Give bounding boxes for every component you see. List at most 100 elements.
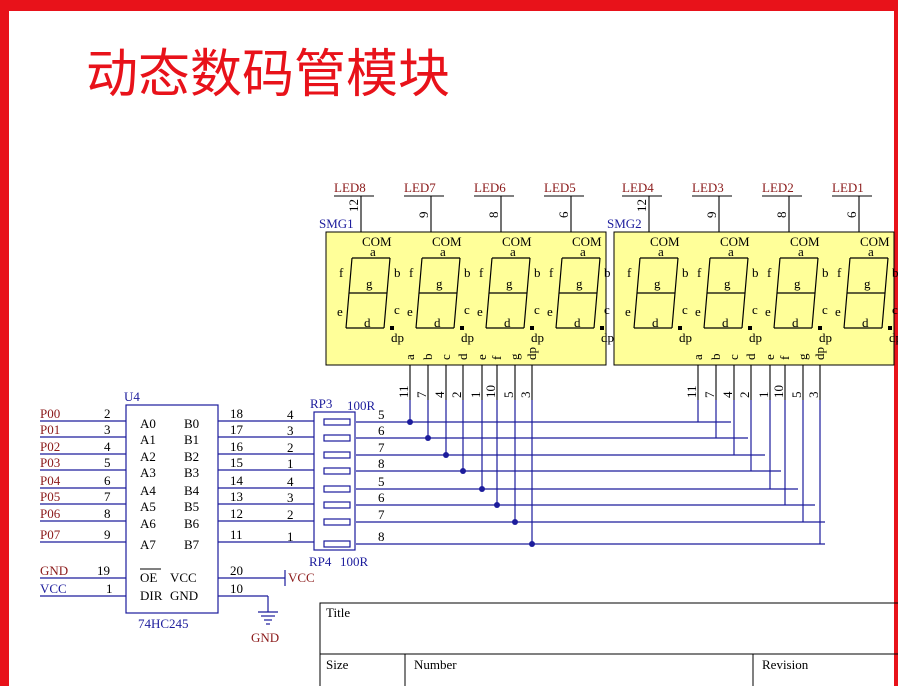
oe-pin-name: OE: [140, 570, 157, 585]
junction-dot: [494, 502, 500, 508]
seg-label-dp: dp: [749, 330, 762, 345]
junction-dot: [425, 435, 431, 441]
seg-label-e: e: [337, 304, 343, 319]
bus-wiring: [356, 400, 825, 547]
gnd-pin-number: 10: [230, 581, 243, 596]
segment-pin-name: a: [402, 354, 417, 360]
resistor-in-pin: 3: [287, 490, 294, 505]
chip-left-pin-name: A2: [140, 449, 156, 464]
resistor-element: [323, 501, 351, 509]
segment-pin-number: 4: [432, 391, 447, 398]
gnd-power-label: GND: [251, 630, 279, 645]
segment-pin-number: 7: [414, 391, 429, 398]
resistor-element: [323, 485, 351, 493]
chip-left-pin-name: A3: [140, 465, 156, 480]
seg-label-f: f: [479, 265, 484, 280]
digit-com-label: COM: [432, 234, 462, 249]
chip-left-pin-name: A6: [140, 516, 156, 531]
seg-label-c: c: [892, 302, 898, 317]
chip-net-label: P06: [40, 506, 61, 521]
led-net-label: LED1: [832, 180, 864, 195]
chip-right-pin-number: 13: [230, 489, 243, 504]
gnd-pin-name: GND: [170, 588, 198, 603]
junction-dot: [529, 541, 535, 547]
com-pin-number: 8: [486, 212, 501, 219]
chip-left-pin-number: 3: [104, 422, 111, 437]
segment-pin-number: 3: [806, 392, 821, 399]
seg-label-e: e: [407, 304, 413, 319]
seg-label-g: g: [436, 276, 443, 291]
led-net-label: LED5: [544, 180, 576, 195]
decimal-point: [888, 326, 892, 330]
resistor-out-pin: 6: [378, 490, 385, 505]
chip-net-label: P01: [40, 422, 60, 437]
seg-label-c: c: [682, 302, 688, 317]
seg-label-f: f: [409, 265, 414, 280]
vcc-pin-number: 20: [230, 563, 243, 578]
vcc-pin-name: VCC: [170, 570, 197, 585]
seg-label-g: g: [864, 276, 871, 291]
com-pin-number: 12: [346, 199, 361, 212]
frame-top-border: [0, 0, 898, 11]
digit-com-label: COM: [860, 234, 890, 249]
dir-pin-number: 1: [106, 581, 113, 596]
chip-left-pin-number: 9: [104, 527, 111, 542]
seg-label-e: e: [835, 304, 841, 319]
schematic-drawing: 动态数码管模块 SMG1LED812COMaf bge cddpLED79COMaf…: [0, 0, 898, 686]
dir-net-label: VCC: [40, 581, 67, 596]
seg-label-dp: dp: [391, 330, 404, 345]
segment-pin-number: 11: [684, 385, 699, 398]
com-pin-number: 8: [774, 212, 789, 219]
display-ref-smg1: SMG1: [319, 216, 354, 231]
resistor-in-pin: 3: [287, 423, 294, 438]
seg-label-c: c: [394, 302, 400, 317]
junction-dot: [512, 519, 518, 525]
chip-right-pin-name: B3: [184, 465, 199, 480]
segment-pin-number: 4: [720, 391, 735, 398]
chip-right-pin-name: B0: [184, 416, 199, 431]
resistor-ref-rp3: RP3: [310, 396, 332, 411]
resistor-out-pin: 7: [378, 507, 385, 522]
decimal-point: [460, 326, 464, 330]
led-net-label: LED7: [404, 180, 436, 195]
decimal-point: [390, 326, 394, 330]
seg-label-f: f: [549, 265, 554, 280]
resistor-out-pin: 8: [378, 529, 385, 544]
segment-pin-number: 11: [396, 385, 411, 398]
junction-dot: [460, 468, 466, 474]
chip-left-pin-number: 8: [104, 506, 111, 521]
segment-pin-name: f: [777, 355, 792, 360]
digit-com-label: COM: [650, 234, 680, 249]
decimal-point: [818, 326, 822, 330]
chip-left-pin-number: 4: [104, 439, 111, 454]
display-body-smg1: [325, 231, 607, 366]
segment-pin-name: dp: [812, 347, 827, 360]
seg-label-g: g: [506, 276, 513, 291]
number-label: Number: [414, 657, 457, 672]
chip-right-pin-number: 15: [230, 455, 243, 470]
chip-right-pin-number: 14: [230, 473, 244, 488]
resistor-ref-rp4: RP4: [309, 554, 332, 569]
chip-left-pin-number: 6: [104, 473, 111, 488]
seg-label-c: c: [464, 302, 470, 317]
oe-net-label: GND: [40, 563, 68, 578]
segment-pin-name: dp: [524, 347, 539, 360]
seg-label-dp: dp: [601, 330, 614, 345]
chip-left-pin-name: A4: [140, 483, 156, 498]
seg-label-a: a: [658, 244, 664, 259]
chip-part: 74HC245: [138, 616, 189, 631]
seg-label-f: f: [837, 265, 842, 280]
segment-pin-name: f: [489, 355, 504, 360]
resistor-out-pin: 7: [378, 440, 385, 455]
resistor-pack-outline: [313, 411, 356, 551]
led-net-label: LED6: [474, 180, 506, 195]
resistor-out-pin: 5: [378, 474, 385, 489]
seg-label-g: g: [366, 276, 373, 291]
seg-label-f: f: [767, 265, 772, 280]
seg-label-b: b: [822, 265, 829, 280]
segment-pin-number: 10: [771, 385, 786, 398]
chip-right-pin-number: 17: [230, 422, 244, 437]
seg-label-b: b: [464, 265, 471, 280]
vcc-power-label: VCC: [288, 570, 315, 585]
com-pin-number: 6: [844, 211, 859, 218]
